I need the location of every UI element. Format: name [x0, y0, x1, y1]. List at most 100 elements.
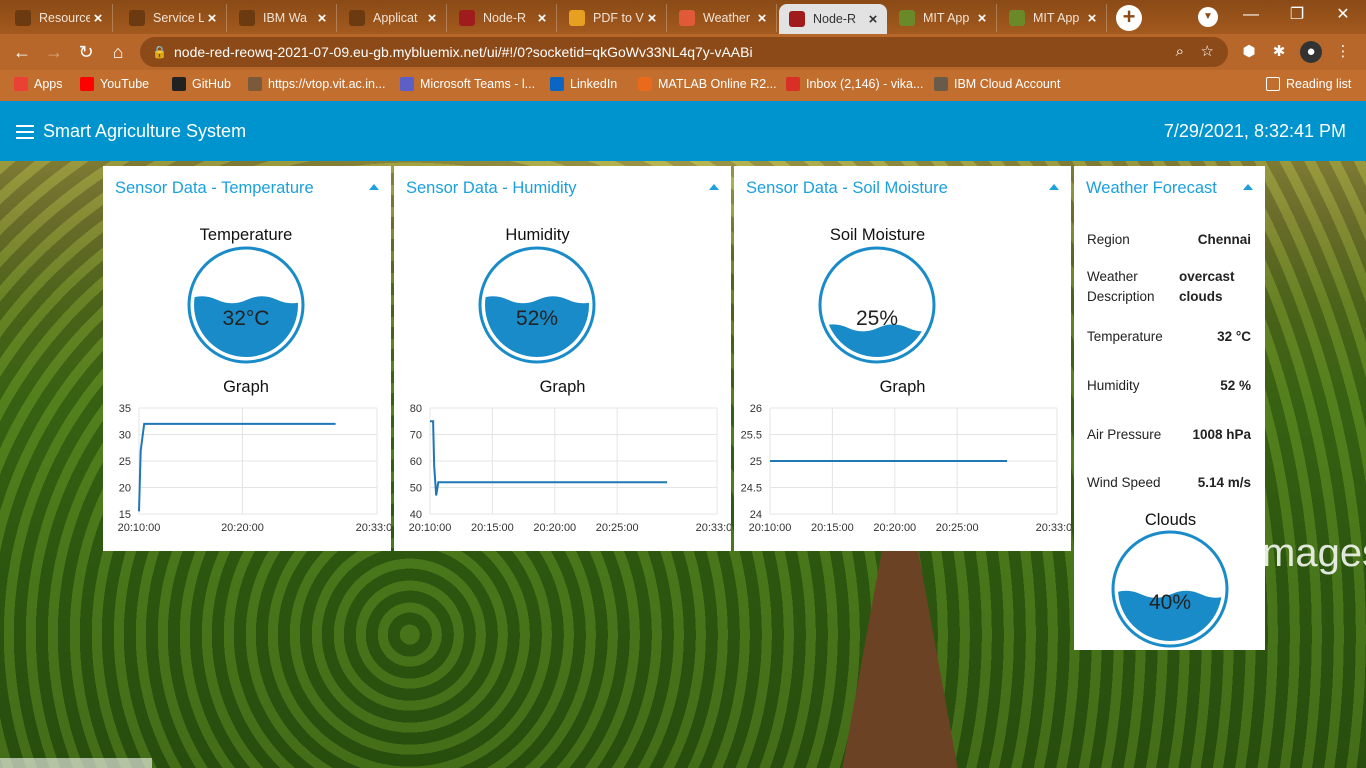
minimize-icon[interactable]: —: [1228, 0, 1274, 30]
y-tick-label: 70: [410, 430, 422, 442]
weather-row: Wind Speed 5.14 m/s: [1087, 473, 1251, 515]
browser-tab[interactable]: MIT App ×: [999, 4, 1107, 32]
close-tab-icon[interactable]: ×: [424, 10, 440, 27]
extension-icon[interactable]: ⬢: [1238, 41, 1260, 63]
more-menu-icon[interactable]: ⋮: [1332, 41, 1354, 63]
close-tab-icon[interactable]: ×: [754, 10, 770, 27]
close-tab-icon[interactable]: ×: [204, 10, 220, 27]
browser-tab[interactable]: IBM Wa ×: [229, 4, 337, 32]
graph-title: Graph: [539, 378, 586, 396]
favicon-icon: [1009, 10, 1025, 26]
favicon-icon: [459, 10, 475, 26]
bookmark-item[interactable]: https://vtop.vit.ac.in...: [248, 77, 385, 91]
x-tick-label: 20:25:00: [596, 522, 639, 534]
close-tab-icon[interactable]: ×: [314, 10, 330, 27]
browser-tab[interactable]: Service L ×: [119, 4, 227, 32]
close-tab-icon[interactable]: ×: [534, 10, 550, 27]
bookmark-label: MATLAB Online R2...: [658, 77, 777, 91]
card-title[interactable]: Sensor Data - Soil Moisture: [746, 179, 948, 198]
close-window-icon[interactable]: ✕: [1320, 0, 1366, 30]
bookmark-item[interactable]: MATLAB Online R2...: [638, 77, 777, 91]
tab-title: MIT App: [923, 11, 970, 25]
humidity-gauge: 52%: [478, 246, 596, 364]
favicon-icon: [129, 10, 145, 26]
browser-tab[interactable]: PDF to V ×: [559, 4, 667, 32]
bookmark-star-icon[interactable]: ☆: [1201, 37, 1214, 67]
bookmark-item[interactable]: LinkedIn: [550, 77, 617, 91]
browser-tab[interactable]: Applicat ×: [339, 4, 447, 32]
y-tick-label: 26: [750, 403, 762, 415]
gauge-title: Clouds: [1144, 511, 1197, 529]
weather-row-label: Air Pressure: [1087, 427, 1162, 442]
reload-icon[interactable]: ↻: [72, 38, 100, 66]
bookmark-item[interactable]: GitHub: [172, 77, 231, 91]
restore-icon[interactable]: ❐: [1274, 0, 1320, 30]
favicon-icon: [679, 10, 695, 26]
series-line: [138, 422, 336, 512]
weather-row-label: Temperature: [1087, 329, 1163, 344]
weather-row-label: Humidity: [1087, 378, 1140, 393]
tab-title: Service L: [153, 11, 204, 25]
new-tab-button[interactable]: +: [1116, 5, 1142, 31]
bookmark-item[interactable]: Inbox (2,146) - vika...: [786, 77, 923, 91]
bookmark-icon: [934, 77, 948, 91]
weather-row-label: Weather Description: [1087, 269, 1155, 304]
collapse-icon[interactable]: [1243, 184, 1253, 190]
weather-row-value: 1008 hPa: [1192, 427, 1251, 442]
browser-tab[interactable]: Resource ×: [5, 4, 113, 32]
favicon-icon: [569, 10, 585, 26]
bookmark-item[interactable]: IBM Cloud Account: [934, 77, 1060, 91]
y-tick-label: 35: [119, 403, 131, 415]
reading-list-button[interactable]: Reading list: [1266, 77, 1351, 91]
bookmark-icon: [248, 77, 262, 91]
soil-moisture-chart: 26 25.5 25 24.5 2420:10:00 20:15:00 20:20:00 20…: [741, 403, 1071, 534]
collapse-icon[interactable]: [1049, 184, 1059, 190]
close-tab-icon[interactable]: ×: [974, 10, 990, 27]
weather-row-value: 5.14 m/s: [1197, 475, 1251, 490]
bookmark-item[interactable]: YouTube: [80, 77, 149, 91]
collapse-icon[interactable]: [709, 184, 719, 190]
app-toolbar: Smart Agriculture System 7/29/2021, 8:32…: [0, 101, 1366, 161]
close-tab-icon[interactable]: ×: [1084, 10, 1100, 27]
tab-search-icon[interactable]: ▼: [1198, 7, 1218, 27]
address-url: node-red-reowq-2021-07-09.eu-gb.mybluemi…: [174, 44, 753, 60]
gauge-value: 25%: [856, 307, 898, 330]
address-bar[interactable]: 🔒 node-red-reowq-2021-07-09.eu-gb.myblue…: [140, 37, 1228, 67]
close-tab-icon[interactable]: ×: [90, 10, 106, 27]
x-tick-label: 20:33:00: [1036, 522, 1071, 534]
app-title: Smart Agriculture System: [43, 121, 247, 141]
home-icon[interactable]: ⌂: [104, 38, 132, 66]
hamburger-menu-icon[interactable]: [16, 125, 34, 139]
back-icon[interactable]: ←: [8, 38, 36, 66]
graph-title: Graph: [223, 378, 269, 396]
favicon-icon: [899, 10, 915, 26]
bookmark-item[interactable]: Apps: [14, 77, 63, 91]
card-title[interactable]: Sensor Data - Temperature: [115, 179, 314, 198]
browser-tab[interactable]: Node-R ×: [779, 4, 887, 34]
bookmark-label: Apps: [34, 77, 63, 91]
forward-icon[interactable]: →: [40, 38, 68, 66]
bookmark-icon: [638, 77, 652, 91]
x-tick-label: 20:20:00: [873, 522, 916, 534]
bookmark-label: YouTube: [100, 77, 150, 91]
card-title[interactable]: Sensor Data - Humidity: [406, 179, 577, 198]
bookmark-item[interactable]: Microsoft Teams - l...: [400, 77, 535, 91]
bookmark-label: GitHub: [192, 77, 231, 91]
y-tick-label: 24.5: [741, 483, 762, 495]
close-tab-icon[interactable]: ×: [865, 11, 881, 28]
zoom-icon[interactable]: ⌕: [1176, 37, 1184, 67]
card-title[interactable]: Weather Forecast: [1086, 179, 1217, 198]
y-tick-label: 40: [410, 509, 422, 521]
tab-title: Node-R: [813, 12, 857, 26]
extensions-puzzle-icon[interactable]: ✱: [1268, 41, 1290, 63]
browser-tab[interactable]: MIT App ×: [889, 4, 997, 32]
avatar[interactable]: ●: [1300, 41, 1322, 63]
collapse-icon[interactable]: [369, 184, 379, 190]
weather-row-label: Wind Speed: [1087, 475, 1161, 490]
browser-tab[interactable]: Weather ×: [669, 4, 777, 32]
weather-row: Region Chennai: [1087, 230, 1251, 272]
gauge-value: 52%: [516, 307, 558, 330]
close-tab-icon[interactable]: ×: [644, 10, 660, 27]
tab-title: Applicat: [373, 11, 418, 25]
browser-tab[interactable]: Node-R ×: [449, 4, 557, 32]
